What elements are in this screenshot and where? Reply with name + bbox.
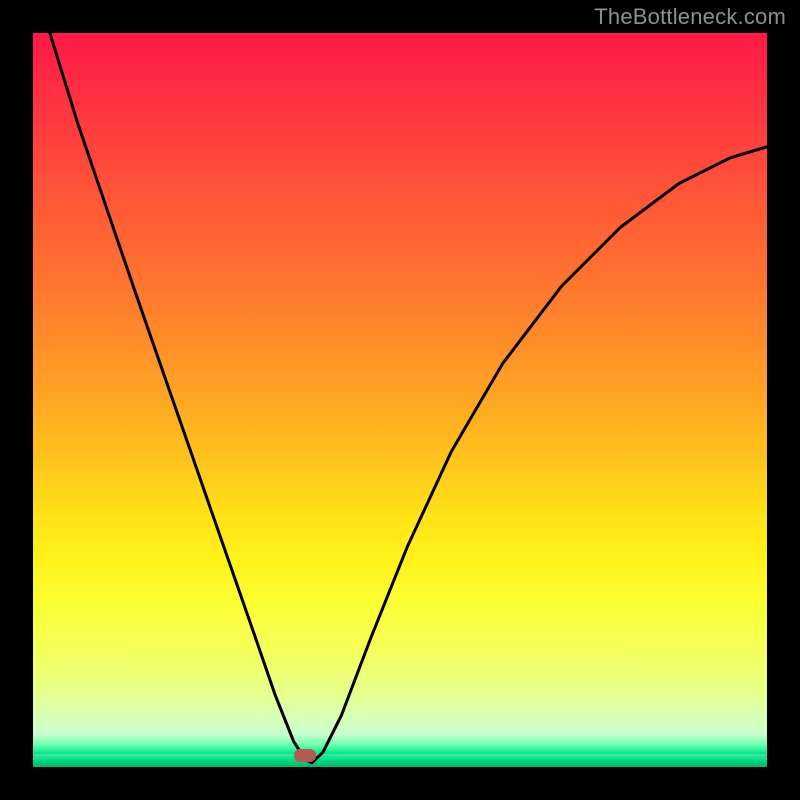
plot-area (33, 33, 767, 767)
chart-frame: TheBottleneck.com (0, 0, 800, 800)
minimum-marker (294, 749, 316, 762)
watermark-text: TheBottleneck.com (594, 4, 786, 30)
gradient-background (33, 33, 767, 767)
green-bottom-strip (33, 754, 767, 767)
